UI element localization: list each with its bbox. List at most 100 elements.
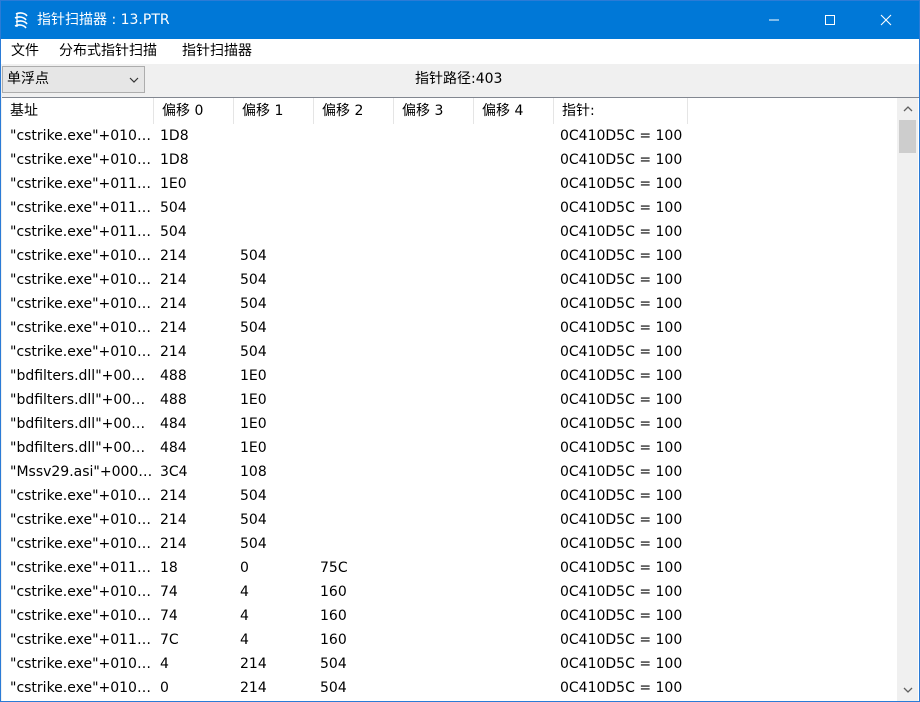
cell-offset-0: 214 xyxy=(160,536,187,552)
table-row[interactable]: "cstrike.exe"+010… 1D8 0C410D5C = 100 xyxy=(2,124,897,148)
cell-offset-0: 1D8 xyxy=(160,152,189,168)
cell-offset-4 xyxy=(472,652,552,676)
close-button[interactable] xyxy=(863,1,909,39)
cell-base-address: "Mssv29.asi"+000… xyxy=(10,464,153,480)
table-row[interactable]: "cstrike.exe"+010… 214 504 0C410D5C = 100 xyxy=(2,532,897,556)
cell-points-to: 0C410D5C = 100 xyxy=(560,392,683,408)
cell-base-address: "cstrike.exe"+011… xyxy=(10,200,151,216)
toolbar: 单浮点 指针路径:403 xyxy=(1,64,919,97)
cell-offset-2 xyxy=(312,244,392,268)
menu-file[interactable]: 文件 xyxy=(11,43,39,60)
cell-points-to: 0C410D5C = 100 xyxy=(560,224,683,240)
cell-offset-4 xyxy=(472,364,552,388)
table-row[interactable]: "cstrike.exe"+010… 214 504 0C410D5C = 100 xyxy=(2,292,897,316)
cell-offset-2 xyxy=(312,196,392,220)
column-header-offset-2[interactable]: 偏移 2 xyxy=(314,98,394,124)
cell-base-address: "cstrike.exe"+010… xyxy=(10,656,151,672)
table-row[interactable]: "cstrike.exe"+011… 504 0C410D5C = 100 xyxy=(2,220,897,244)
column-header-offset-4[interactable]: 偏移 4 xyxy=(474,98,554,124)
cell-offset-2 xyxy=(312,316,392,340)
cell-offset-0: 488 xyxy=(160,392,187,408)
cell-offset-2 xyxy=(312,388,392,412)
cell-offset-4 xyxy=(472,268,552,292)
table-row[interactable]: "cstrike.exe"+010… 74 4 160 0C410D5C = 100 xyxy=(2,580,897,604)
cell-offset-1: 504 xyxy=(240,512,267,528)
cell-points-to: 0C410D5C = 100 xyxy=(560,416,683,432)
cell-points-to: 0C410D5C = 100 xyxy=(560,536,683,552)
table-row[interactable]: "cstrike.exe"+011… 18 0 75C 0C410D5C = 100 xyxy=(2,556,897,580)
cell-points-to: 0C410D5C = 100 xyxy=(560,296,683,312)
cell-offset-3 xyxy=(392,316,472,340)
cell-offset-3 xyxy=(392,652,472,676)
cell-offset-4 xyxy=(472,340,552,364)
table-row[interactable]: "cstrike.exe"+010… 214 504 0C410D5C = 100 xyxy=(2,244,897,268)
cell-base-address: "cstrike.exe"+010… xyxy=(10,296,151,312)
table-row[interactable]: "cstrike.exe"+010… 1D8 0C410D5C = 100 xyxy=(2,148,897,172)
table-row[interactable]: "cstrike.exe"+011… 504 0C410D5C = 100 xyxy=(2,196,897,220)
cell-offset-2 xyxy=(312,148,392,172)
cell-offset-2: 160 xyxy=(320,608,347,624)
cell-points-to: 0C410D5C = 100 xyxy=(560,488,683,504)
table-row[interactable]: "Mssv29.asi"+000… 3C4 108 0C410D5C = 100 xyxy=(2,460,897,484)
maximize-icon xyxy=(825,15,835,25)
title-bar[interactable]: 指针扫描器 : 13.PTR xyxy=(1,1,919,39)
table-row[interactable]: "cstrike.exe"+010… 4 214 504 0C410D5C = 100 xyxy=(2,652,897,676)
column-header-offset-1[interactable]: 偏移 1 xyxy=(234,98,314,124)
cell-offset-1: 504 xyxy=(240,320,267,336)
cell-offset-4 xyxy=(472,676,552,700)
cell-offset-3 xyxy=(392,196,472,220)
table-row[interactable]: "bdfilters.dll"+00… 484 1E0 0C410D5C = 100 xyxy=(2,436,897,460)
cell-offset-3 xyxy=(392,340,472,364)
value-type-select[interactable]: 单浮点 xyxy=(2,66,145,93)
table-row[interactable]: "bdfilters.dll"+00… 488 1E0 0C410D5C = 100 xyxy=(2,364,897,388)
pointer-list[interactable]: 基址 偏移 0 偏移 1 偏移 2 偏移 3 偏移 4 指针: "cstrike… xyxy=(2,97,919,701)
column-header-offset-0[interactable]: 偏移 0 xyxy=(154,98,234,124)
minimize-button[interactable] xyxy=(751,1,797,39)
cell-base-address: "cstrike.exe"+010… xyxy=(10,488,151,504)
menu-distributed-pointer-scan[interactable]: 分布式指针扫描 xyxy=(59,43,157,60)
scrollbar-thumb[interactable] xyxy=(899,120,916,153)
window-title: 指针扫描器 : 13.PTR xyxy=(37,12,170,28)
cell-base-address: "cstrike.exe"+011… xyxy=(10,176,151,192)
cell-base-address: "cstrike.exe"+010… xyxy=(10,584,151,600)
cell-offset-4 xyxy=(472,460,552,484)
table-row[interactable]: "cstrike.exe"+010… 74 4 160 0C410D5C = 100 xyxy=(2,604,897,628)
scroll-down-button[interactable] xyxy=(897,679,918,700)
vertical-scrollbar[interactable] xyxy=(897,98,918,701)
cell-offset-3 xyxy=(392,412,472,436)
cell-offset-2 xyxy=(312,532,392,556)
table-row[interactable]: "cstrike.exe"+010… 214 504 0C410D5C = 100 xyxy=(2,508,897,532)
cell-base-address: "bdfilters.dll"+00… xyxy=(10,392,146,408)
table-row[interactable]: "cstrike.exe"+010… 0 214 504 0C410D5C = 100 xyxy=(2,676,897,700)
cell-offset-2: 504 xyxy=(320,656,347,672)
table-row[interactable]: "cstrike.exe"+011… 1E0 0C410D5C = 100 xyxy=(2,172,897,196)
cell-base-address: "cstrike.exe"+011… xyxy=(10,560,151,576)
cell-base-address: "cstrike.exe"+010… xyxy=(10,512,151,528)
cell-offset-2 xyxy=(312,268,392,292)
cell-points-to: 0C410D5C = 100 xyxy=(560,584,683,600)
column-header-points-to[interactable]: 指针: xyxy=(554,98,688,124)
cell-offset-1: 0 xyxy=(240,560,249,576)
pointer-rows: "cstrike.exe"+010… 1D8 0C410D5C = 100 "cstr… xyxy=(2,124,897,700)
maximize-button[interactable] xyxy=(807,1,853,39)
table-row[interactable]: "bdfilters.dll"+00… 484 1E0 0C410D5C = 100 xyxy=(2,412,897,436)
column-header-offset-3[interactable]: 偏移 3 xyxy=(394,98,474,124)
column-header-base[interactable]: 基址 xyxy=(2,98,154,124)
scroll-up-button[interactable] xyxy=(897,98,918,119)
cell-offset-0: 214 xyxy=(160,248,187,264)
table-row[interactable]: "cstrike.exe"+010… 214 504 0C410D5C = 100 xyxy=(2,316,897,340)
cell-offset-1: 4 xyxy=(240,608,249,624)
menu-pointer-scanner[interactable]: 指针扫描器 xyxy=(182,43,252,60)
cell-offset-4 xyxy=(472,220,552,244)
cell-offset-4 xyxy=(472,388,552,412)
cell-offset-2: 160 xyxy=(320,584,347,600)
cell-points-to: 0C410D5C = 100 xyxy=(560,128,683,144)
table-row[interactable]: "cstrike.exe"+010… 214 504 0C410D5C = 100 xyxy=(2,268,897,292)
cell-offset-3 xyxy=(392,388,472,412)
table-row[interactable]: "cstrike.exe"+010… 214 504 0C410D5C = 100 xyxy=(2,484,897,508)
table-row[interactable]: "cstrike.exe"+011… 7C 4 160 0C410D5C = 100 xyxy=(2,628,897,652)
cell-offset-2 xyxy=(312,172,392,196)
table-row[interactable]: "cstrike.exe"+010… 214 504 0C410D5C = 100 xyxy=(2,340,897,364)
table-row[interactable]: "bdfilters.dll"+00… 488 1E0 0C410D5C = 100 xyxy=(2,388,897,412)
cell-offset-4 xyxy=(472,196,552,220)
